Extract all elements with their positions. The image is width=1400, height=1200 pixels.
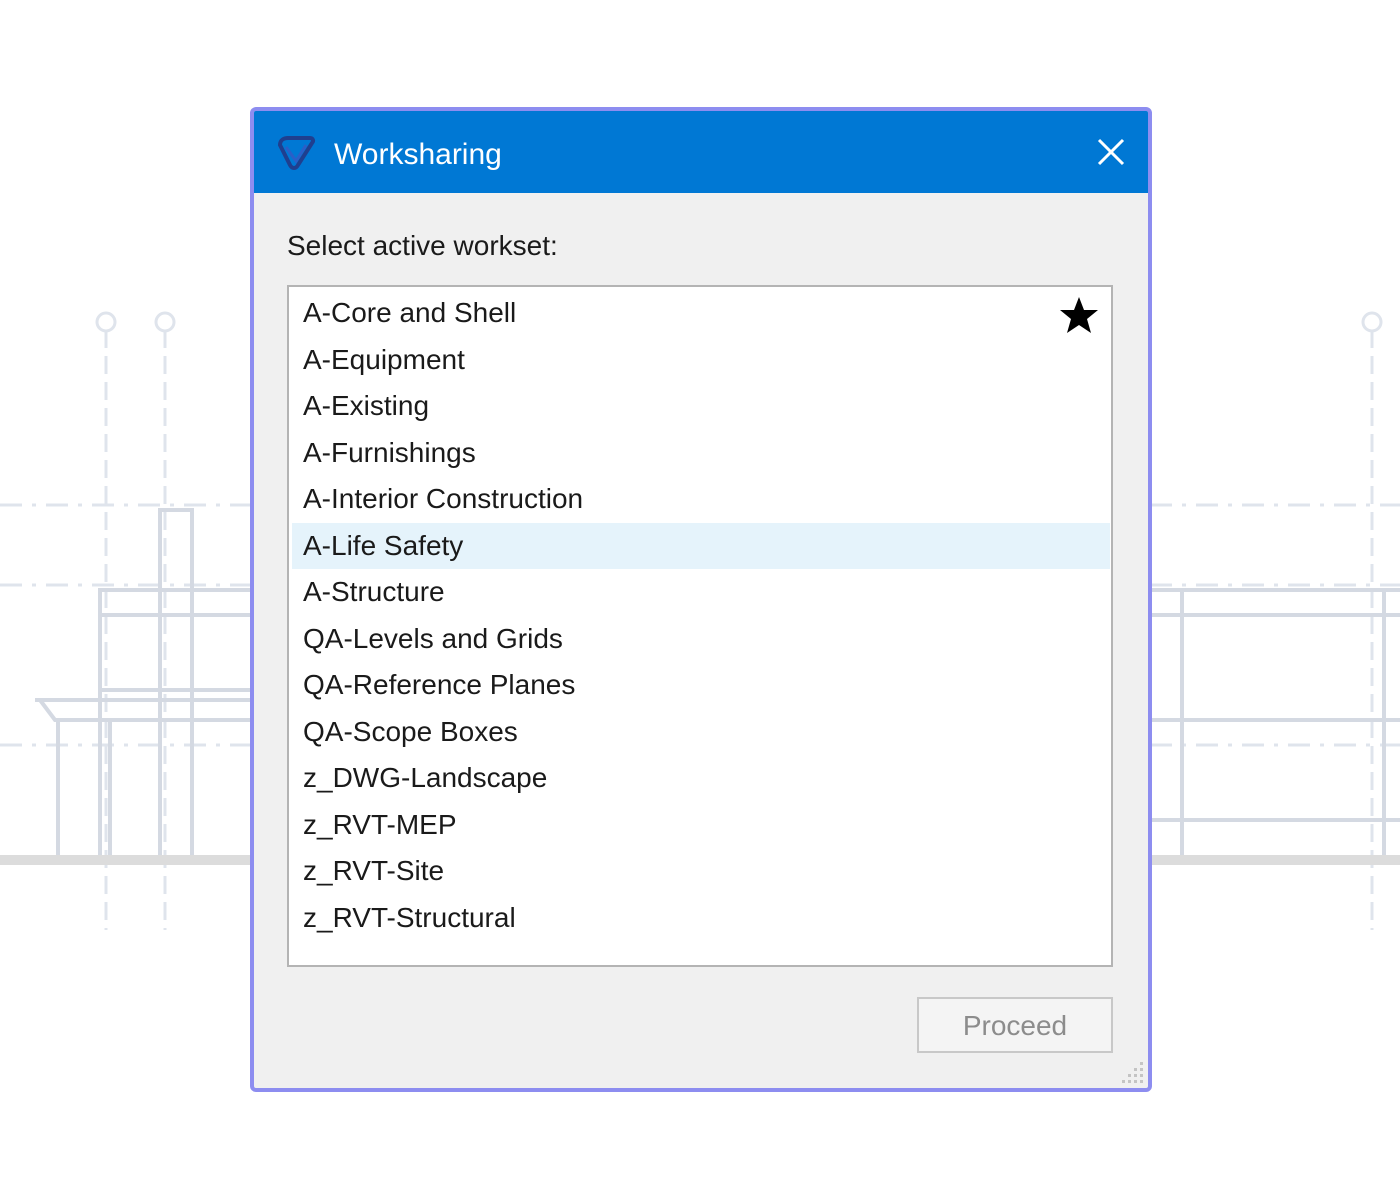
- title-bar[interactable]: Worksharing: [254, 111, 1148, 193]
- workset-label: A-Structure: [303, 576, 445, 607]
- workset-item-life-safety[interactable]: A-Life Safety: [292, 522, 1110, 569]
- workset-label: A-Interior Construction: [303, 483, 584, 514]
- workset-label: z_DWG-Landscape: [303, 762, 548, 793]
- worksharing-dialog: Worksharing Select active workset: A-Cor…: [250, 107, 1152, 1092]
- workset-item-rvt-mep[interactable]: z_RVT-MEP: [292, 802, 1110, 849]
- workset-label: A-Furnishings: [303, 436, 476, 468]
- workset-label: QA-Levels and Grids: [303, 622, 563, 654]
- workset-label: z_RVT-MEP: [303, 808, 457, 840]
- workset-label: z_RVT-Structural: [303, 901, 516, 933]
- workset-item-furnishings[interactable]: A-Furnishings: [292, 430, 1110, 477]
- close-icon[interactable]: [1088, 129, 1134, 175]
- workset-label: QA-Scope Boxes: [303, 715, 518, 747]
- proceed-button[interactable]: Proceed: [917, 997, 1113, 1053]
- workset-item-core-and-shell[interactable]: A-Core and Shell: [292, 290, 1110, 337]
- dialog-title: Worksharing: [334, 138, 502, 171]
- workset-item-reference-planes[interactable]: QA-Reference Planes: [292, 662, 1110, 709]
- workset-label: A-Equipment: [303, 343, 465, 375]
- workset-item-interior-construction[interactable]: A-Interior Construction: [292, 476, 1110, 523]
- workset-label: QA-Reference Planes: [303, 669, 576, 700]
- workset-label: z_RVT-Site: [303, 855, 445, 886]
- workset-prompt: Select active workset:: [287, 230, 558, 261]
- workset-label: A-Core and Shell: [303, 297, 517, 328]
- workset-listbox[interactable]: A-Core and Shell A-Equipment A-Existing …: [287, 285, 1113, 967]
- workset-item-structure[interactable]: A-Structure: [292, 569, 1110, 616]
- workset-list: A-Core and Shell A-Equipment A-Existing …: [292, 290, 1110, 941]
- workset-item-scope-boxes[interactable]: QA-Scope Boxes: [292, 709, 1110, 756]
- star-icon: [1060, 297, 1098, 333]
- workset-item-levels-and-grids[interactable]: QA-Levels and Grids: [292, 616, 1110, 663]
- workset-item-dwg-landscape[interactable]: z_DWG-Landscape: [292, 755, 1110, 802]
- workset-item-rvt-site[interactable]: z_RVT-Site: [292, 848, 1110, 895]
- workset-item-rvt-structural[interactable]: z_RVT-Structural: [292, 895, 1110, 942]
- workset-label: A-Life Safety: [303, 529, 464, 561]
- workset-item-existing[interactable]: A-Existing: [292, 383, 1110, 430]
- workset-label: A-Existing: [303, 390, 430, 421]
- resize-grip-icon[interactable]: [1116, 1056, 1146, 1086]
- app-logo-icon: [277, 136, 316, 170]
- workset-item-equipment[interactable]: A-Equipment: [292, 337, 1110, 384]
